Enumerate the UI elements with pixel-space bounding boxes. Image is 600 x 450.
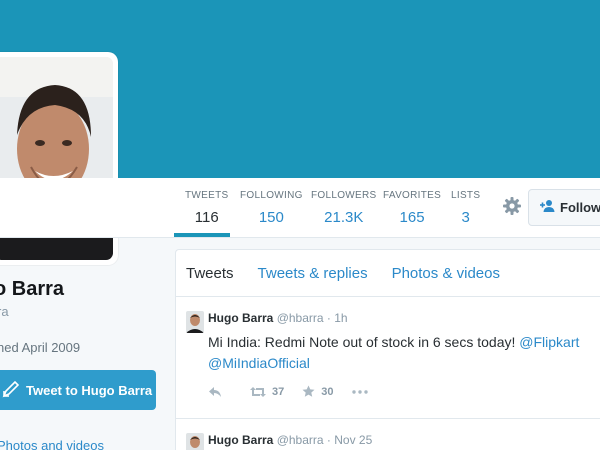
add-person-icon — [539, 199, 560, 216]
stat-following-label: FOLLOWING — [240, 190, 303, 201]
favorite-count: 30 — [321, 385, 334, 398]
star-icon — [302, 385, 315, 397]
tab-tweets-replies[interactable]: Tweets & replies — [258, 265, 368, 282]
tweet-timestamp[interactable]: · Nov 25 — [327, 433, 372, 447]
tweet-to-label: Tweet to Hugo Barra — [26, 382, 153, 398]
stat-followers-label: FOLLOWERS — [311, 190, 377, 201]
stat-favorites[interactable]: FAVORITES 165 — [383, 190, 441, 226]
retweet-count: 37 — [272, 385, 285, 398]
favorite-button[interactable]: 30 — [302, 385, 334, 398]
tweet-author-name[interactable]: Hugo Barra — [208, 311, 273, 325]
timeline-tabs: Tweets Tweets & replies Photos & videos — [176, 250, 600, 297]
stat-following[interactable]: FOLLOWING 150 — [240, 190, 303, 226]
tweet-author-handle[interactable]: @hbarra — [277, 311, 324, 325]
stat-lists-label: LISTS — [451, 190, 481, 201]
more-icon[interactable] — [351, 389, 374, 394]
tweet-actions: 37 30 — [208, 385, 392, 398]
tweet-header: Hugo Barra @hbarra · 1h — [208, 311, 348, 325]
tab-tweets[interactable]: Tweets — [186, 265, 234, 282]
tweet-avatar[interactable] — [186, 311, 204, 333]
mention-link[interactable]: @Flipkart — [519, 334, 579, 350]
tweet-item[interactable]: Hugo Barra @hbarra · 1h Mi India: Redmi … — [176, 297, 600, 419]
compose-icon — [2, 380, 26, 401]
stat-favorites-label: FAVORITES — [383, 190, 442, 201]
stat-tweets-value: 116 — [194, 209, 219, 226]
stat-tweets-label: TWEETS — [185, 190, 229, 201]
timeline: Tweets Tweets & replies Photos & videos … — [175, 249, 600, 450]
tweet-text: Mi India: Redmi Note out of stock in 6 s… — [208, 332, 588, 374]
tweet-avatar[interactable] — [186, 433, 204, 450]
retweet-icon — [250, 386, 266, 397]
follow-button-label: Follow — [560, 200, 600, 215]
stat-tweets[interactable]: TWEETS 116 — [185, 190, 228, 226]
stat-followers-value: 21.3K — [324, 209, 364, 226]
joined-date: ned April 2009 — [0, 340, 81, 355]
retweet-button[interactable]: 37 — [250, 386, 284, 398]
profile-name: o Barra — [0, 278, 65, 300]
tweet-item[interactable]: Hugo Barra @hbarra · Nov 25 — [176, 419, 600, 450]
tweet-author-name[interactable]: Hugo Barra — [208, 433, 273, 447]
profile-handle: ra — [0, 304, 9, 319]
tab-photos-videos[interactable]: Photos & videos — [392, 265, 500, 282]
tweet-header: Hugo Barra @hbarra · Nov 25 — [208, 433, 372, 447]
gear-icon[interactable] — [500, 194, 524, 218]
follow-button[interactable]: Follow — [528, 189, 600, 226]
tweet-text-body: Mi India: Redmi Note out of stock in 6 s… — [208, 334, 520, 350]
stat-followers[interactable]: FOLLOWERS 21.3K — [311, 190, 377, 226]
stat-following-value: 150 — [258, 209, 284, 226]
reply-icon[interactable] — [208, 386, 228, 398]
active-stat-indicator — [174, 233, 230, 237]
mention-link[interactable]: @MiIndiaOfficial — [208, 355, 310, 371]
photos-videos-link[interactable]: Photos and videos — [0, 438, 104, 450]
stat-favorites-value: 165 — [399, 209, 425, 226]
tweet-to-button[interactable]: Tweet to Hugo Barra — [0, 370, 156, 410]
stat-lists[interactable]: LISTS 3 — [451, 190, 480, 226]
tweet-timestamp[interactable]: · 1h — [327, 311, 348, 325]
tweet-author-handle[interactable]: @hbarra — [277, 433, 324, 447]
stat-lists-value: 3 — [461, 209, 470, 226]
